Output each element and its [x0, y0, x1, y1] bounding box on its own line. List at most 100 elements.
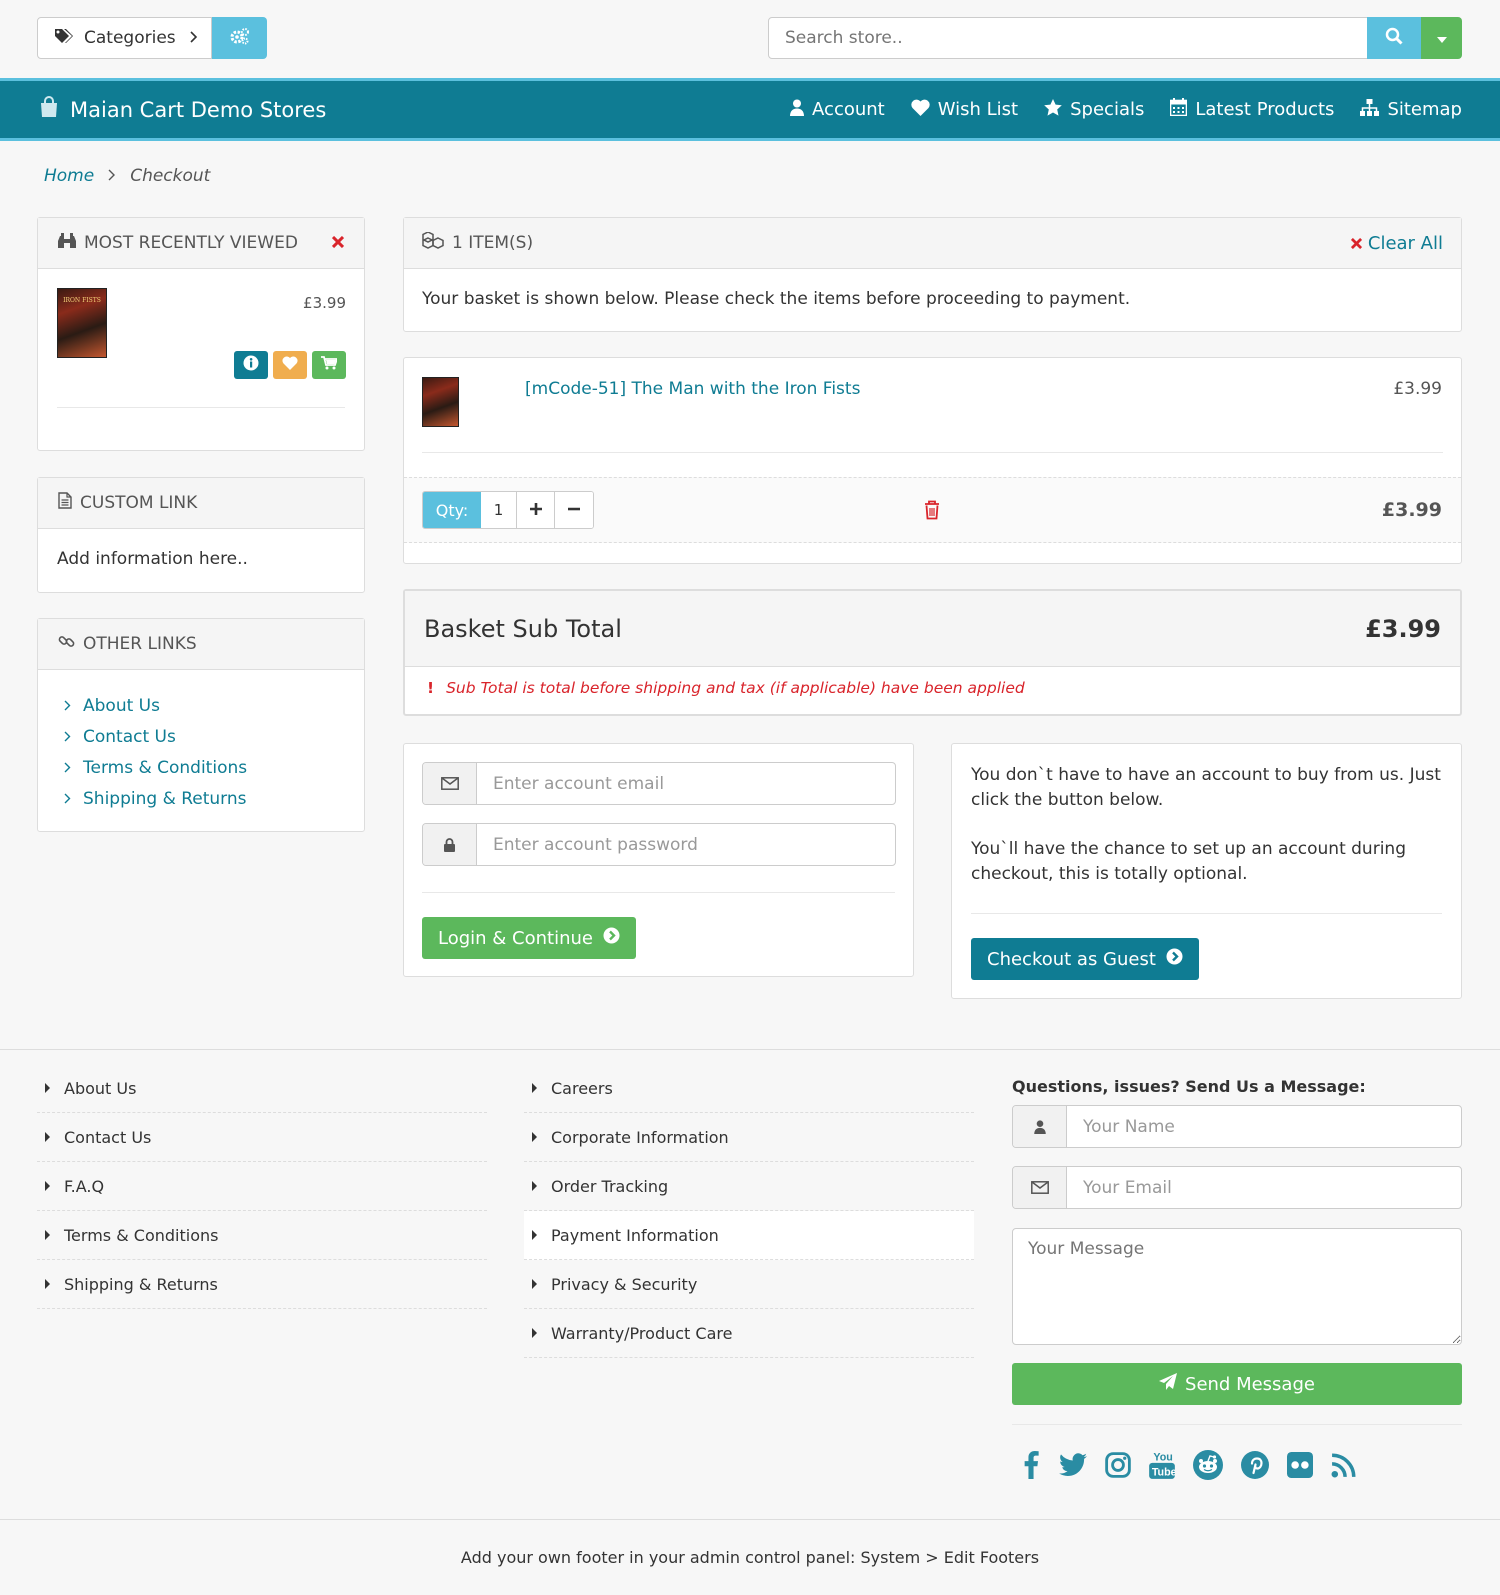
contact-message-field[interactable]: [1012, 1228, 1462, 1345]
subtotal-value: £3.99: [1365, 614, 1441, 643]
other-link-label[interactable]: Contact Us: [83, 727, 176, 747]
nav-item-wishlist[interactable]: Wish List: [911, 99, 1018, 121]
other-link-label[interactable]: Shipping & Returns: [83, 789, 247, 809]
subtotal-note: Sub Total is total before shipping and t…: [446, 679, 1025, 697]
envelope-icon: [423, 763, 477, 804]
search-options-dropdown[interactable]: [1421, 17, 1462, 59]
twitter-icon[interactable]: [1059, 1453, 1087, 1482]
flickr-icon[interactable]: [1287, 1452, 1313, 1483]
gears-icon: [230, 27, 250, 50]
facebook-icon[interactable]: [1021, 1451, 1041, 1484]
guest-text-1: You don`t have to have an account to buy…: [971, 765, 1441, 810]
categories-label: Categories: [84, 28, 176, 48]
remove-item-button[interactable]: [924, 500, 940, 525]
recently-viewed-panel: MOST RECENTLY VIEWED IRON FISTS £3.99: [37, 217, 365, 451]
other-link-about[interactable]: About Us: [64, 690, 338, 721]
nav-menu: Account Wish List Specials Latest Produc…: [790, 81, 1462, 138]
footer-link-contact[interactable]: Contact Us: [37, 1113, 487, 1162]
search-button[interactable]: [1367, 17, 1421, 59]
checkout-guest-button[interactable]: Checkout as Guest: [971, 938, 1199, 980]
contact-email-field[interactable]: [1067, 1167, 1461, 1208]
footer-link-privacy[interactable]: Privacy & Security: [524, 1260, 974, 1309]
item-thumbnail[interactable]: [422, 377, 459, 427]
footer-link-shipping[interactable]: Shipping & Returns: [37, 1260, 487, 1309]
other-link-shipping[interactable]: Shipping & Returns: [64, 783, 338, 814]
footer-link-label: Privacy & Security: [551, 1274, 698, 1294]
subtotal-panel: Basket Sub Total £3.99 ! Sub Total is to…: [403, 589, 1462, 716]
footer-link-about[interactable]: About Us: [37, 1064, 487, 1113]
chevron-right-icon: [64, 696, 71, 716]
nav-item-sitemap[interactable]: Sitemap: [1360, 98, 1462, 121]
document-icon: [58, 492, 72, 514]
caret-right-icon: [532, 1083, 537, 1093]
pinterest-icon[interactable]: [1241, 1451, 1269, 1484]
guest-text-2: You`ll have the chance to set up an acco…: [971, 839, 1406, 884]
other-link-contact[interactable]: Contact Us: [64, 721, 338, 752]
nav-item-specials[interactable]: Specials: [1044, 98, 1144, 121]
nav-label-latest-products: Latest Products: [1195, 99, 1335, 120]
wishlist-button[interactable]: [273, 351, 307, 379]
info-button[interactable]: [234, 351, 268, 379]
chevron-right-icon: [64, 758, 71, 778]
qty-decrease-button[interactable]: [555, 492, 593, 528]
login-email-field[interactable]: [477, 763, 895, 804]
caret-right-icon: [532, 1328, 537, 1338]
qty-input[interactable]: 1: [481, 492, 517, 528]
product-thumbnail[interactable]: IRON FISTS: [57, 288, 107, 358]
divider: [422, 452, 1443, 453]
rss-icon[interactable]: [1331, 1452, 1357, 1483]
custom-link-body: Add information here..: [57, 549, 248, 569]
heart-icon: [911, 99, 930, 121]
divider: [971, 913, 1442, 914]
breadcrumb: Home Checkout: [44, 166, 210, 186]
caret-right-icon: [45, 1279, 50, 1289]
item-name-link[interactable]: [mCode-51] The Man with the Iron Fists: [525, 379, 860, 399]
reddit-icon[interactable]: [1193, 1450, 1223, 1485]
brand[interactable]: Maian Cart Demo Stores: [38, 81, 326, 138]
qty-label: Qty:: [423, 492, 481, 528]
youtube-icon[interactable]: You Tube: [1149, 1450, 1177, 1485]
calendar-icon: [1170, 98, 1188, 121]
main-navbar: Maian Cart Demo Stores Account Wish List…: [0, 78, 1500, 141]
categories-button[interactable]: Categories: [37, 17, 212, 59]
arrow-circle-right-icon: [603, 927, 620, 949]
quantity-stepper: Qty: 1: [422, 491, 594, 529]
footer-link-payment[interactable]: Payment Information: [524, 1211, 974, 1260]
instagram-icon[interactable]: [1105, 1452, 1131, 1483]
login-continue-button[interactable]: Login & Continue: [422, 917, 636, 959]
contact-name-field[interactable]: [1067, 1106, 1461, 1147]
other-link-label[interactable]: About Us: [83, 696, 160, 716]
footer-link-label: Corporate Information: [551, 1127, 729, 1147]
send-message-button[interactable]: Send Message: [1012, 1363, 1462, 1405]
clear-all-button[interactable]: Clear All: [1350, 233, 1443, 254]
footer-link-faq[interactable]: F.A.Q: [37, 1162, 487, 1211]
trash-icon: [924, 500, 940, 525]
login-password-field[interactable]: [477, 824, 895, 865]
other-links-header: OTHER LINKS: [38, 619, 364, 670]
footer-link-terms[interactable]: Terms & Conditions: [37, 1211, 487, 1260]
add-to-cart-button[interactable]: [312, 351, 346, 379]
other-links-panel: OTHER LINKS About Us Contact Us Terms & …: [37, 618, 365, 832]
nav-item-latest-products[interactable]: Latest Products: [1170, 98, 1334, 121]
other-link-label[interactable]: Terms & Conditions: [83, 758, 247, 778]
basket-intro: Your basket is shown below. Please check…: [422, 289, 1131, 309]
recently-viewed-header: MOST RECENTLY VIEWED: [38, 218, 364, 269]
caret-right-icon: [45, 1181, 50, 1191]
footer-link-order-tracking[interactable]: Order Tracking: [524, 1162, 974, 1211]
footer-link-corporate[interactable]: Corporate Information: [524, 1113, 974, 1162]
link-icon: [58, 633, 75, 655]
settings-button[interactable]: [212, 17, 267, 59]
nav-item-account[interactable]: Account: [790, 99, 885, 121]
chevron-right-icon: [64, 789, 71, 809]
svg-text:Tube: Tube: [1152, 1467, 1175, 1479]
footer-link-label: Payment Information: [551, 1225, 719, 1245]
heart-icon: [282, 355, 298, 375]
footer-link-careers[interactable]: Careers: [524, 1064, 974, 1113]
qty-increase-button[interactable]: [517, 492, 555, 528]
search-input[interactable]: [768, 17, 1368, 59]
caret-right-icon: [45, 1132, 50, 1142]
footer-link-warranty[interactable]: Warranty/Product Care: [524, 1309, 974, 1358]
close-icon[interactable]: [331, 233, 345, 253]
breadcrumb-home[interactable]: Home: [44, 166, 94, 186]
other-link-terms[interactable]: Terms & Conditions: [64, 752, 338, 783]
